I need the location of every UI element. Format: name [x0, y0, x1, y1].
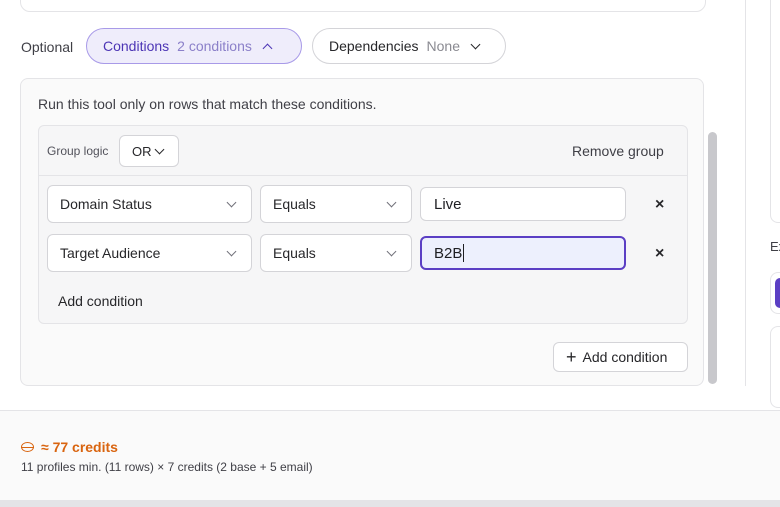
group-logic-select[interactable]: OR: [119, 135, 179, 167]
remove-group-button[interactable]: Remove group: [572, 143, 664, 159]
credits-value: ≈ 77 credits: [41, 439, 118, 455]
coin-icon: [21, 442, 34, 452]
scrollbar-thumb[interactable]: [708, 132, 717, 384]
add-condition-button-label: Add condition: [582, 349, 668, 365]
remove-condition-icon[interactable]: ×: [655, 196, 664, 214]
group-logic-label: Group logic: [47, 144, 109, 158]
condition-value-input-focused[interactable]: B2B: [420, 236, 626, 270]
side-option-card[interactable]: [770, 272, 780, 314]
conditions-description: Run this tool only on rows that match th…: [38, 96, 377, 112]
chevron-down-icon: [226, 197, 237, 208]
condition-value-text: B2B: [434, 244, 463, 262]
credits-breakdown: 11 profiles min. (11 rows) × 7 credits (…: [21, 460, 313, 474]
chevron-down-icon: [154, 144, 164, 154]
condition-operator-value: Equals: [273, 196, 316, 212]
plus-icon: +: [566, 347, 577, 367]
chevron-down-icon: [226, 246, 237, 257]
side-section-label: Ex: [770, 239, 780, 254]
chevron-down-icon: [470, 39, 481, 49]
dependencies-pill-button[interactable]: Dependencies None: [312, 28, 506, 64]
remove-condition-icon[interactable]: ×: [655, 245, 664, 263]
dependencies-summary: None: [426, 38, 460, 54]
add-condition-link[interactable]: Add condition: [58, 293, 143, 309]
text-cursor: [463, 244, 465, 262]
chevron-up-icon: [262, 43, 273, 53]
add-condition-button[interactable]: + Add condition: [553, 342, 688, 372]
bottom-edge: [0, 500, 780, 507]
side-card-secondary: [770, 326, 780, 408]
condition-operator-value: Equals: [273, 245, 316, 261]
condition-field-value: Target Audience: [60, 245, 161, 261]
condition-field-value: Domain Status: [60, 196, 152, 212]
conditions-pill-label: Conditions: [103, 38, 170, 54]
credits-estimate: ≈ 77 credits: [21, 439, 118, 455]
condition-value-text: Live: [434, 195, 462, 213]
previous-section-card: [20, 0, 706, 12]
condition-field-select[interactable]: Target Audience: [47, 234, 252, 272]
optional-label: Optional: [21, 39, 74, 55]
dependencies-pill-label: Dependencies: [329, 38, 419, 54]
group-header-divider: [39, 175, 687, 176]
side-card: [770, 0, 780, 223]
condition-operator-select[interactable]: Equals: [260, 185, 412, 223]
footer: [0, 411, 780, 500]
condition-operator-select[interactable]: Equals: [260, 234, 412, 272]
condition-value-input[interactable]: Live: [420, 187, 626, 221]
group-logic-value: OR: [132, 143, 152, 159]
chevron-down-icon: [386, 197, 397, 208]
conditions-pill-button[interactable]: Conditions 2 conditions: [86, 28, 302, 64]
condition-field-select[interactable]: Domain Status: [47, 185, 252, 223]
conditions-count: 2 conditions: [177, 38, 252, 54]
panel-divider: [745, 0, 746, 386]
chevron-down-icon: [386, 246, 397, 257]
